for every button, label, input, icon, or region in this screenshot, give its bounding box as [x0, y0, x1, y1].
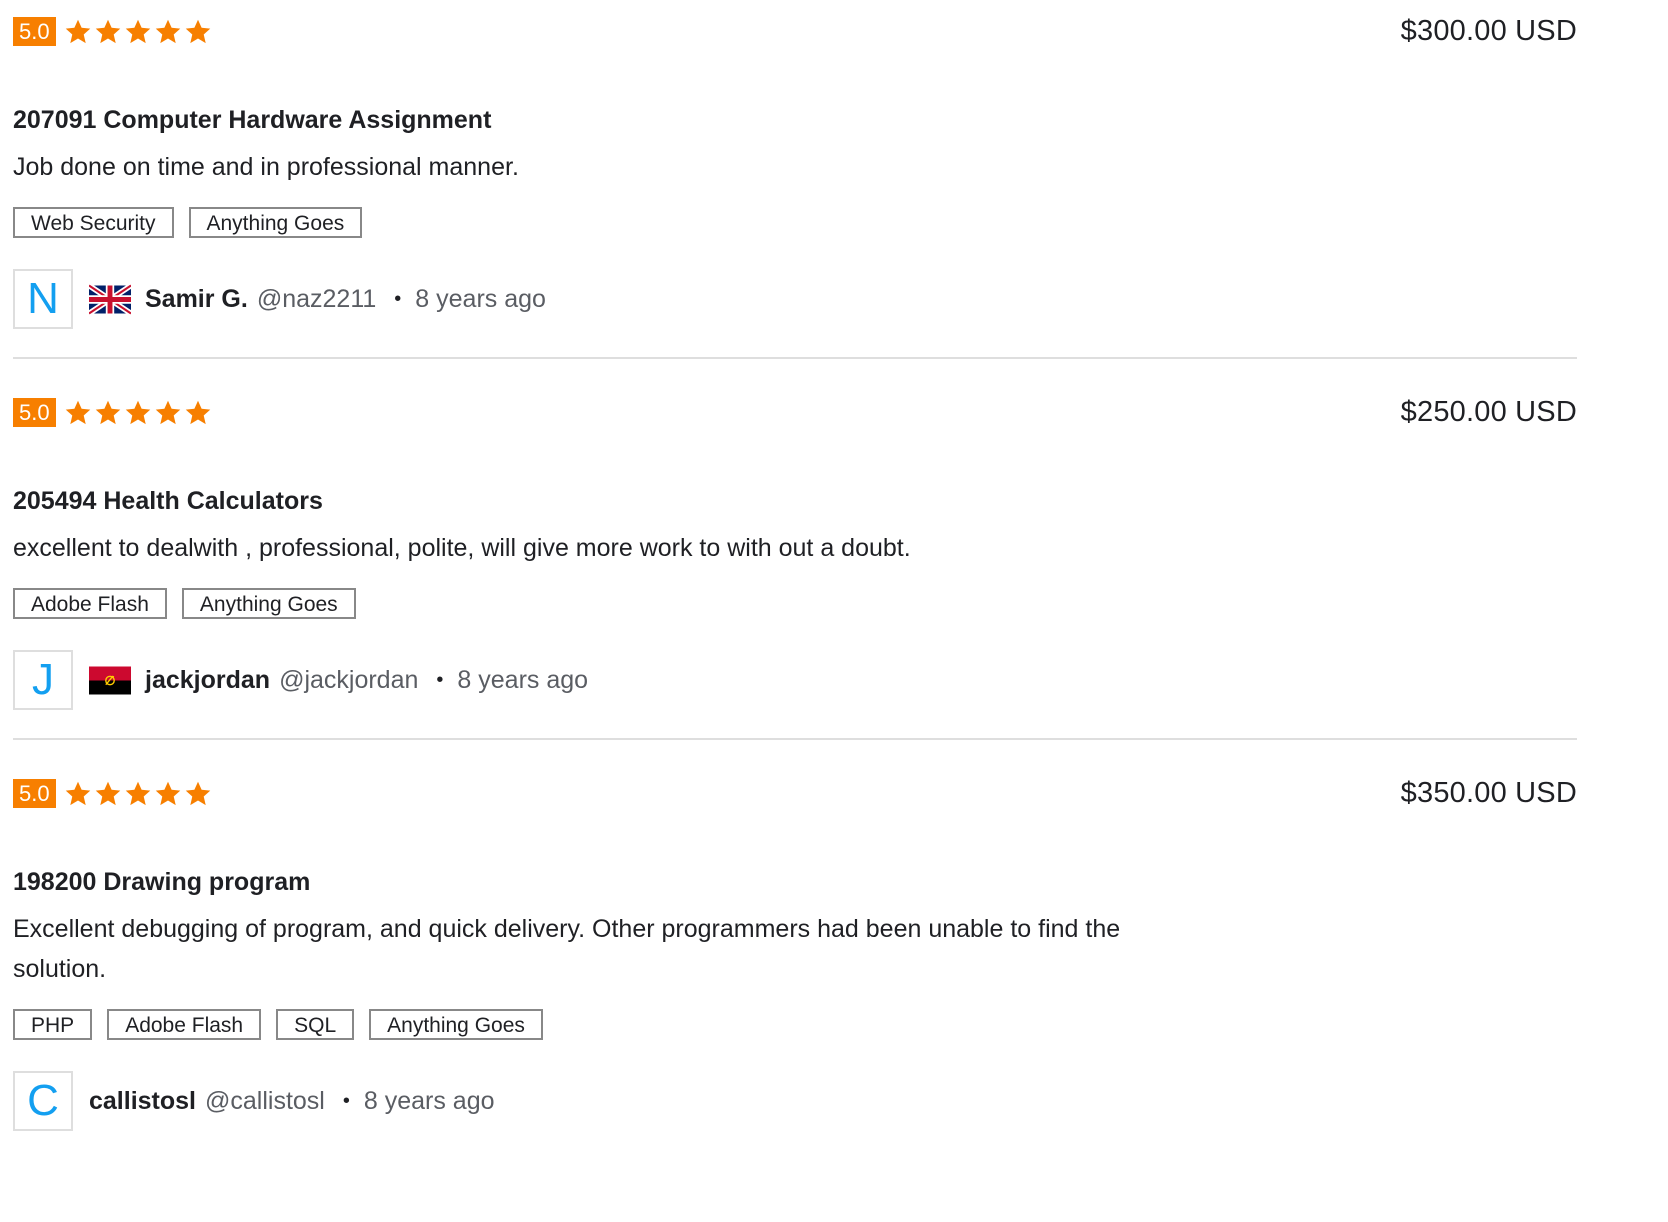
separator-dot: •: [394, 287, 402, 310]
review-card: 5.0 $250.00 USD 205494 Health Calculator…: [13, 359, 1577, 740]
separator-dot: •: [436, 668, 444, 691]
reviewer: J jackjordan @jackjordan • 8 years ago: [13, 650, 1577, 738]
star-icon: [155, 19, 180, 43]
avatar[interactable]: C: [13, 1071, 73, 1131]
reviewer-name[interactable]: callistosl: [89, 1087, 196, 1116]
reviewer: C callistosl @callistosl • 8 years ago: [13, 1071, 1577, 1159]
star-icon: [155, 781, 180, 805]
reviewer-name[interactable]: jackjordan: [145, 666, 270, 695]
star-icon: [65, 400, 90, 424]
reviewer: N Samir G. @naz2211 • 8 years ago: [13, 269, 1577, 357]
reviews-list: 5.0 $300.00 USD 207091 Computer Hardware…: [13, 0, 1577, 1159]
star-icon: [155, 400, 180, 424]
avatar[interactable]: N: [13, 269, 73, 329]
skill-tag[interactable]: SQL: [276, 1009, 355, 1040]
review-comment: Excellent debugging of program, and quic…: [13, 915, 1121, 983]
skill-tag[interactable]: Anything Goes: [181, 588, 356, 619]
rating-badge: 5.0: [13, 398, 56, 427]
separator-dot: •: [342, 1089, 350, 1112]
review-comment: excellent to dealwith , professional, po…: [13, 534, 911, 562]
skill-tag[interactable]: Adobe Flash: [13, 588, 167, 619]
skill-tags: PHP Adobe Flash SQL Anything Goes: [13, 1009, 1577, 1040]
review-header: 5.0 $250.00 USD: [13, 396, 1577, 428]
review-card: 5.0 $350.00 USD 198200 Drawing program E…: [13, 740, 1577, 1159]
angola-flag-icon: [89, 666, 131, 694]
star-icon: [185, 400, 210, 424]
review-time: 8 years ago: [363, 1086, 495, 1115]
review-time: 8 years ago: [457, 665, 589, 694]
reviewer-handle[interactable]: @naz2211: [257, 285, 376, 314]
rating: 5.0: [13, 779, 214, 808]
project-title[interactable]: 207091 Computer Hardware Assignment: [13, 103, 1577, 137]
review-header: 5.0 $350.00 USD: [13, 777, 1577, 809]
skill-tag[interactable]: PHP: [13, 1009, 93, 1040]
star-icon: [185, 19, 210, 43]
star-icon: [95, 400, 120, 424]
star-rating: [64, 18, 214, 46]
star-icon: [95, 19, 120, 43]
star-icon: [125, 19, 150, 43]
star-icon: [95, 781, 120, 805]
star-icon: [125, 781, 150, 805]
star-icon: [125, 400, 150, 424]
avatar[interactable]: J: [13, 650, 73, 710]
reviewer-handle[interactable]: @callistosl: [205, 1087, 325, 1116]
reviewer-name[interactable]: Samir G.: [145, 285, 248, 314]
rating: 5.0: [13, 17, 214, 46]
skill-tag[interactable]: Web Security: [13, 207, 174, 238]
star-rating: [64, 399, 214, 427]
review-time: 8 years ago: [415, 284, 546, 313]
skill-tags: Web Security Anything Goes: [13, 207, 1577, 238]
skill-tags: Adobe Flash Anything Goes: [13, 588, 1577, 619]
project-price: $250.00 USD: [1400, 396, 1577, 428]
skill-tag[interactable]: Adobe Flash: [107, 1009, 262, 1040]
project-price: $350.00 USD: [1400, 777, 1577, 809]
review-comment: Job done on time and in professional man…: [13, 153, 519, 181]
project-price: $300.00 USD: [1400, 15, 1577, 47]
uk-flag-icon: [89, 283, 131, 315]
skill-tag[interactable]: Anything Goes: [188, 207, 363, 238]
rating-badge: 5.0: [13, 17, 56, 46]
project-title[interactable]: 198200 Drawing program: [13, 865, 1577, 899]
star-icon: [65, 781, 90, 805]
star-icon: [185, 781, 210, 805]
skill-tag[interactable]: Anything Goes: [369, 1009, 543, 1040]
star-rating: [64, 780, 214, 808]
review-card: 5.0 $300.00 USD 207091 Computer Hardware…: [13, 15, 1577, 359]
reviewer-handle[interactable]: @jackjordan: [279, 666, 418, 695]
project-title[interactable]: 205494 Health Calculators: [13, 484, 1577, 518]
rating-badge: 5.0: [13, 779, 56, 808]
rating: 5.0: [13, 398, 214, 427]
star-icon: [65, 19, 90, 43]
review-header: 5.0 $300.00 USD: [13, 15, 1577, 47]
